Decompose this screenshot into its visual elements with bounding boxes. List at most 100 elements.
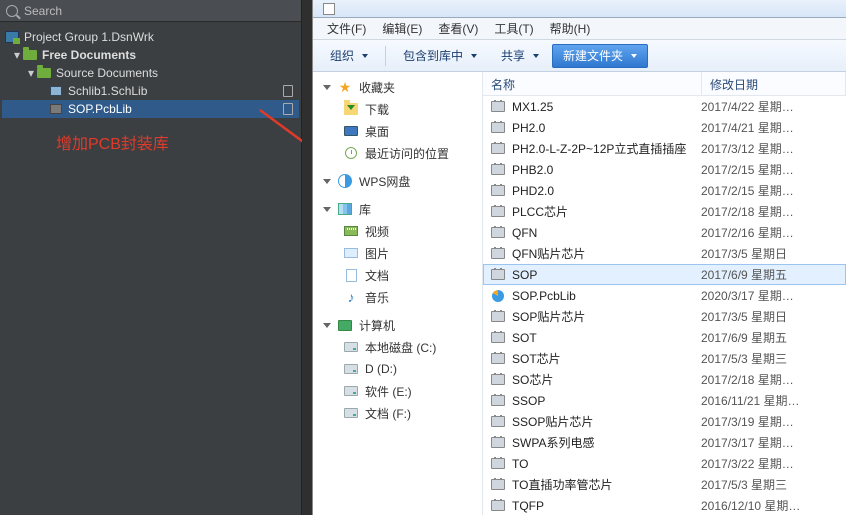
menubar: 文件(F) 编辑(E) 查看(V) 工具(T) 帮助(H) bbox=[313, 18, 846, 40]
file-date: 2017/5/3 星期三 bbox=[701, 476, 845, 493]
file-name: SWPA系列电感 bbox=[512, 434, 701, 451]
nav-pictures[interactable]: 图片 bbox=[313, 242, 482, 264]
recent-icon bbox=[345, 147, 357, 159]
free-documents-row[interactable]: ▾ Free Documents bbox=[2, 46, 299, 64]
component-file-icon bbox=[491, 101, 505, 112]
drive-icon bbox=[344, 386, 358, 396]
file-row[interactable]: QFN2017/2/16 星期… bbox=[483, 222, 846, 243]
file-row[interactable]: SWPA系列电感2017/3/17 星期… bbox=[483, 432, 846, 453]
file-row[interactable]: TQFP2016/12/10 星期… bbox=[483, 495, 846, 515]
organize-button[interactable]: 组织 bbox=[319, 44, 379, 68]
library-icon bbox=[338, 203, 352, 215]
share-label: 共享 bbox=[501, 47, 525, 64]
nav-videos-label: 视频 bbox=[365, 223, 389, 240]
file-row[interactable]: MX1.252017/4/22 星期… bbox=[483, 96, 846, 117]
source-documents-row[interactable]: ▾ Source Documents bbox=[2, 64, 299, 82]
menu-edit[interactable]: 编辑(E) bbox=[376, 18, 428, 39]
file-row[interactable]: QFN贴片芯片2017/3/5 星期日 bbox=[483, 243, 846, 264]
file-date: 2017/2/16 星期… bbox=[701, 224, 845, 241]
include-label: 包含到库中 bbox=[403, 47, 463, 64]
file-row[interactable]: PLCC芯片2017/2/18 星期… bbox=[483, 201, 846, 222]
downloads-icon bbox=[344, 103, 358, 115]
pcblib-file-icon bbox=[492, 290, 504, 302]
nav-desktop[interactable]: 桌面 bbox=[313, 120, 482, 142]
file-date: 2017/2/18 星期… bbox=[701, 203, 845, 220]
nav-pictures-label: 图片 bbox=[365, 245, 389, 262]
nav-favorites[interactable]: ★收藏夹 bbox=[313, 76, 482, 98]
menu-view[interactable]: 查看(V) bbox=[432, 18, 484, 39]
nav-downloads-label: 下载 bbox=[365, 101, 389, 118]
pcblib-row[interactable]: SOP.PcbLib bbox=[2, 100, 299, 118]
nav-music[interactable]: ♪音乐 bbox=[313, 286, 482, 308]
file-row[interactable]: PH2.02017/4/21 星期… bbox=[483, 117, 846, 138]
file-row[interactable]: PHD2.02017/2/15 星期… bbox=[483, 180, 846, 201]
drive-icon bbox=[344, 408, 358, 418]
include-button[interactable]: 包含到库中 bbox=[392, 44, 488, 68]
file-date: 2016/12/10 星期… bbox=[701, 497, 845, 514]
caret-icon: ▾ bbox=[12, 48, 22, 62]
file-row[interactable]: SOP.PcbLib2020/3/17 星期… bbox=[483, 285, 846, 306]
component-file-icon bbox=[491, 332, 505, 343]
folder-icon bbox=[37, 68, 51, 78]
file-date: 2017/6/9 星期五 bbox=[701, 266, 845, 283]
col-date[interactable]: 修改日期 bbox=[702, 72, 846, 95]
file-row[interactable]: SSOP2016/11/21 星期… bbox=[483, 390, 846, 411]
file-row[interactable]: SOP贴片芯片2017/3/5 星期日 bbox=[483, 306, 846, 327]
file-row[interactable]: SO芯片2017/2/18 星期… bbox=[483, 369, 846, 390]
file-name: MX1.25 bbox=[512, 100, 701, 114]
file-date: 2020/3/17 星期… bbox=[701, 287, 845, 304]
nav-documents[interactable]: 文档 bbox=[313, 264, 482, 286]
file-name: PH2.0-L-Z-2P~12P立式直插插座 bbox=[512, 140, 701, 157]
file-date: 2017/2/15 星期… bbox=[701, 161, 845, 178]
file-row[interactable]: SOP2017/6/9 星期五 bbox=[483, 264, 846, 285]
menu-tools[interactable]: 工具(T) bbox=[488, 18, 539, 39]
menu-help[interactable]: 帮助(H) bbox=[544, 18, 597, 39]
file-name: SSOP bbox=[512, 394, 701, 408]
newfolder-label: 新建文件夹 bbox=[563, 47, 623, 64]
file-list-header[interactable]: 名称 修改日期 bbox=[483, 72, 846, 96]
component-file-icon bbox=[491, 206, 505, 217]
file-name: PH2.0 bbox=[512, 121, 701, 135]
nav-downloads[interactable]: 下载 bbox=[313, 98, 482, 120]
nav-wps-label: WPS网盘 bbox=[359, 173, 410, 190]
newfolder-button[interactable]: 新建文件夹 bbox=[552, 44, 648, 68]
nav-videos[interactable]: 视频 bbox=[313, 220, 482, 242]
share-button[interactable]: 共享 bbox=[490, 44, 550, 68]
panel-gutter[interactable] bbox=[302, 0, 312, 515]
folder-icon bbox=[23, 50, 37, 60]
nav-drive-e[interactable]: 软件 (E:) bbox=[313, 380, 482, 402]
star-icon: ★ bbox=[337, 79, 353, 95]
component-file-icon bbox=[491, 458, 505, 469]
file-row[interactable]: SOT2017/6/9 星期五 bbox=[483, 327, 846, 348]
project-group-row[interactable]: Project Group 1.DsnWrk bbox=[2, 28, 299, 46]
doc-state-icon bbox=[283, 103, 293, 115]
component-file-icon bbox=[491, 164, 505, 175]
nav-drive-e-label: 软件 (E:) bbox=[365, 383, 412, 400]
file-row[interactable]: SOT芯片2017/5/3 星期三 bbox=[483, 348, 846, 369]
schlib-row[interactable]: Schlib1.SchLib bbox=[2, 82, 299, 100]
nav-libraries[interactable]: 库 bbox=[313, 198, 482, 220]
chevron-down-icon bbox=[323, 179, 331, 184]
nav-drive-d[interactable]: D (D:) bbox=[313, 358, 482, 380]
nav-recent-label: 最近访问的位置 bbox=[365, 145, 449, 162]
search-bar[interactable]: Search bbox=[0, 0, 301, 22]
file-date: 2017/4/21 星期… bbox=[701, 119, 845, 136]
nav-drive-c[interactable]: 本地磁盘 (C:) bbox=[313, 336, 482, 358]
nav-wps[interactable]: WPS网盘 bbox=[313, 170, 482, 192]
menu-file[interactable]: 文件(F) bbox=[321, 18, 372, 39]
file-row[interactable]: TO2017/3/22 星期… bbox=[483, 453, 846, 474]
file-date: 2017/5/3 星期三 bbox=[701, 350, 845, 367]
file-name: PLCC芯片 bbox=[512, 203, 701, 220]
file-row[interactable]: PHB2.02017/2/15 星期… bbox=[483, 159, 846, 180]
nav-drive-f[interactable]: 文档 (F:) bbox=[313, 402, 482, 424]
col-name[interactable]: 名称 bbox=[483, 72, 702, 95]
file-row[interactable]: TO直插功率管芯片2017/5/3 星期三 bbox=[483, 474, 846, 495]
file-row[interactable]: SSOP贴片芯片2017/3/19 星期… bbox=[483, 411, 846, 432]
videos-icon bbox=[344, 226, 358, 236]
file-row[interactable]: PH2.0-L-Z-2P~12P立式直插插座2017/3/12 星期… bbox=[483, 138, 846, 159]
nav-recent[interactable]: 最近访问的位置 bbox=[313, 142, 482, 164]
nav-computer[interactable]: 计算机 bbox=[313, 314, 482, 336]
pictures-icon bbox=[344, 248, 358, 258]
titlebar[interactable] bbox=[313, 0, 846, 18]
file-name: TO bbox=[512, 457, 701, 471]
